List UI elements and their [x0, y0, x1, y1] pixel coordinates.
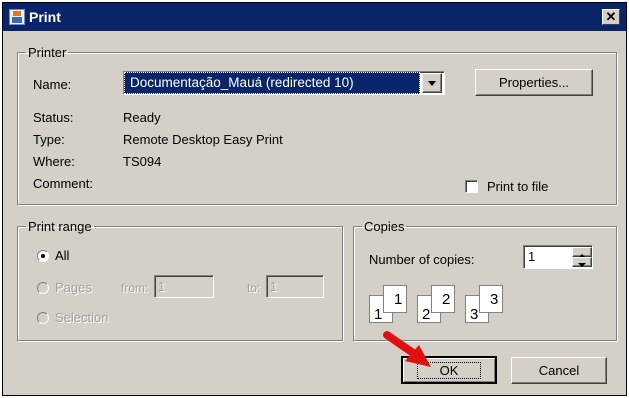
spin-up-button[interactable] [572, 247, 592, 258]
name-label: Name: [33, 77, 72, 92]
print-dialog: Print ✕ Printer Name: Documentação_Mauá … [2, 2, 627, 396]
all-radio[interactable] [37, 250, 49, 262]
spin-down-button[interactable] [572, 257, 592, 267]
java-cup-icon [9, 9, 25, 25]
window-title: Print [29, 9, 61, 25]
printer-select[interactable]: Documentação_Mauá (redirected 10) [123, 71, 445, 95]
close-button[interactable]: ✕ [602, 9, 620, 25]
print-range-legend: Print range [28, 219, 92, 234]
copies-value: 1 [528, 249, 536, 264]
from-value: 1 [158, 279, 166, 294]
to-value: 1 [270, 279, 278, 294]
print-to-file-checkbox[interactable] [465, 180, 478, 193]
to-input[interactable]: 1 [266, 275, 324, 298]
printer-name-value: Documentação_Mauá (redirected 10) [130, 75, 354, 90]
red-arrow-icon [383, 331, 431, 367]
to-label: to: [247, 281, 261, 295]
collate-page: 2 [431, 285, 455, 313]
type-label: Type: [33, 132, 65, 147]
cancel-button[interactable]: Cancel [511, 357, 607, 384]
status-value: Ready [123, 110, 161, 125]
printer-legend: Printer [28, 45, 67, 60]
pages-radio[interactable] [37, 282, 49, 294]
number-of-copies-label: Number of copies: [369, 252, 475, 267]
selection-radio[interactable] [37, 312, 49, 324]
copies-legend: Copies [364, 219, 405, 234]
comment-label: Comment: [33, 176, 93, 191]
copies-spinner[interactable]: 1 [523, 245, 593, 269]
pages-label: Pages [55, 280, 92, 295]
status-label: Status: [33, 110, 74, 125]
collate-page: 1 [383, 285, 407, 313]
printer-dropdown-button[interactable] [422, 73, 442, 93]
properties-button[interactable]: Properties... [475, 69, 593, 96]
where-label: Where: [33, 154, 75, 169]
caret-down-icon [578, 263, 586, 267]
from-input[interactable]: 1 [154, 275, 214, 298]
selection-label: Selection [55, 310, 109, 325]
type-value: Remote Desktop Easy Print [123, 132, 283, 147]
collate-page: 3 [479, 285, 503, 313]
where-value: TS094 [123, 154, 162, 169]
chevron-down-icon [428, 81, 436, 86]
all-label: All [55, 248, 70, 263]
print-to-file-label: Print to file [487, 179, 549, 194]
from-label: from: [121, 281, 149, 295]
title-bar: Print ✕ [3, 3, 626, 31]
